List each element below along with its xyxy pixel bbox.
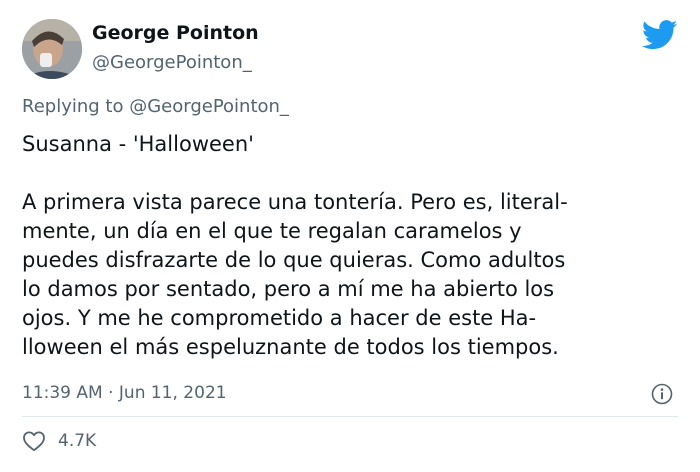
avatar[interactable] <box>22 19 82 79</box>
tweet-title: Susanna - 'Halloween' <box>22 132 254 156</box>
tweet-line: ojos. Y me he comprometido a hacer de es… <box>22 306 537 330</box>
reply-prefix: Replying to <box>22 96 130 117</box>
author-handle[interactable]: @GeorgePointon_ <box>92 52 252 73</box>
heart-icon[interactable] <box>22 430 46 452</box>
tweet-line: A primera vista parece una tontería. Per… <box>22 190 568 214</box>
like-action[interactable]: 4.7K <box>22 430 96 452</box>
like-count: 4.7K <box>58 431 97 451</box>
avatar-photo <box>22 19 82 79</box>
reply-mention-link[interactable]: @GeorgePointon_ <box>129 96 289 117</box>
info-icon[interactable] <box>651 383 673 405</box>
reply-context: Replying to @GeorgePointon_ <box>22 96 289 117</box>
tweet-line: lo damos por sentado, pero a mí me ha ab… <box>22 277 555 301</box>
tweet-line: mente, un día en el que te regalan caram… <box>22 219 522 243</box>
author-name[interactable]: George Pointon <box>92 22 259 44</box>
twitter-bird-icon[interactable] <box>642 20 678 50</box>
tweet-text: Susanna - 'Halloween' A primera vista pa… <box>22 130 672 362</box>
divider <box>22 416 678 417</box>
tweet-line: lloween el más espeluznante de todos los… <box>22 335 559 359</box>
tweet-timestamp[interactable]: 11:39 AM · Jun 11, 2021 <box>22 383 227 403</box>
tweet-line: puedes disfrazarte de lo que quieras. Co… <box>22 248 566 272</box>
